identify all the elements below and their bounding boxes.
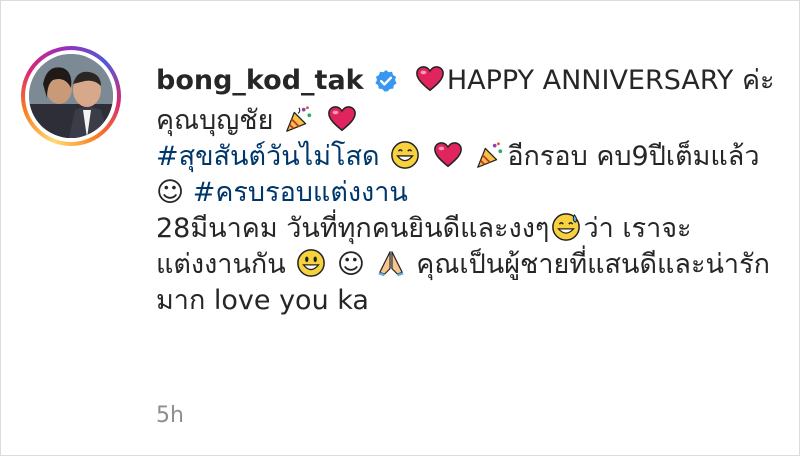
red-heart-emoji [415,66,444,92]
verified-badge-icon [374,67,398,103]
comment-body: bong_kod_tak HAPPY ANNIVERSARY ค่ะคุณบุญ… [156,63,776,319]
folded-hands-emoji [378,251,404,277]
grinning-sweat-emoji [552,213,581,241]
hashtag-link[interactable]: #สุขสันต์วันไม่โสด [156,141,380,172]
caption-text-5: ☺ [336,249,366,280]
comment-panel: bong_kod_tak HAPPY ANNIVERSARY ค่ะคุณบุญ… [0,0,800,456]
avatar-border [25,50,117,142]
party-popper-emoji [286,106,312,132]
username-link[interactable]: bong_kod_tak [156,65,364,96]
story-ring[interactable] [21,46,121,146]
avatar[interactable] [29,54,113,138]
hashtag-link[interactable]: #ครบรอบแต่งงาน [193,177,408,208]
post-timestamp[interactable]: 5h [156,403,184,428]
grinning-face-emoji [391,141,420,169]
party-popper-emoji [477,142,503,168]
caption-text-3: 28มีนาคม วันที่ทุกคนยินดีและงงๆ [156,213,550,244]
red-heart-emoji [433,142,462,168]
avatar-photo [29,54,113,138]
smiley-face-emoji [297,249,326,277]
red-heart-emoji [327,106,356,132]
